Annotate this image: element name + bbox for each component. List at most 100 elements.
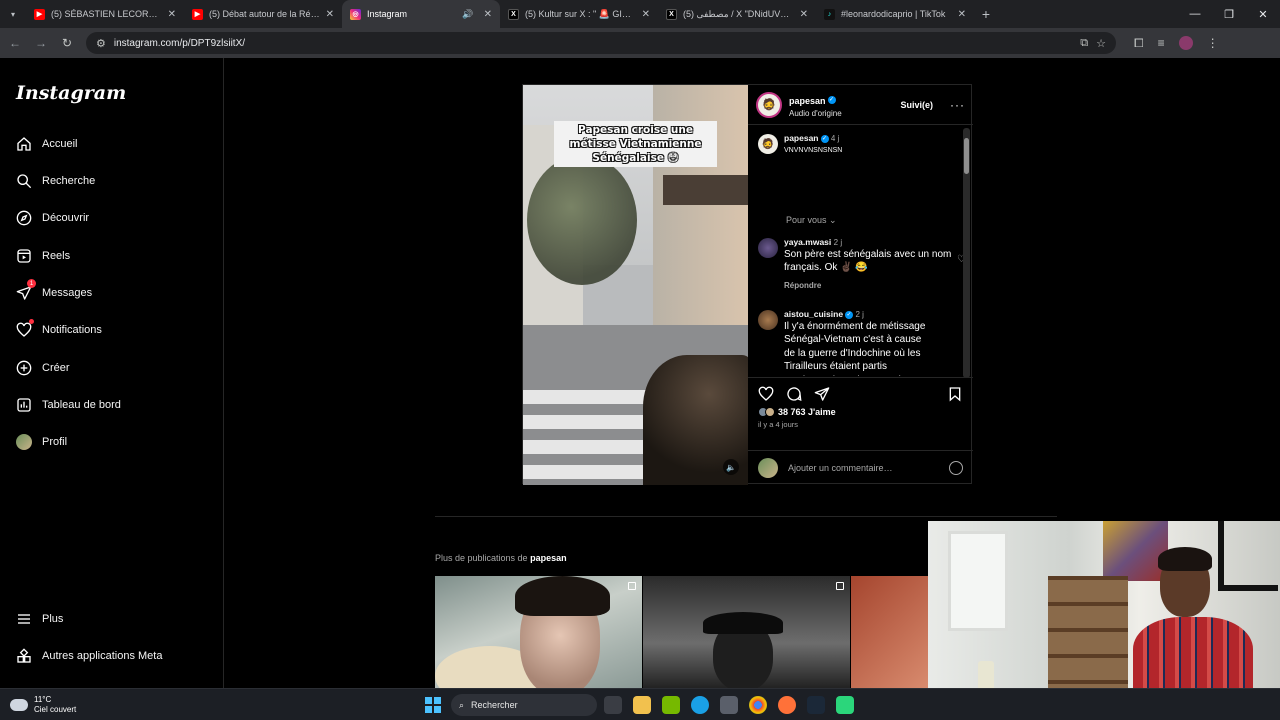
comment-bubble-icon[interactable] bbox=[786, 386, 802, 402]
forward-icon[interactable]: → bbox=[34, 36, 48, 50]
post-caption: 🧔 papesan ✓ 4 j VNVNVNSNSNSN bbox=[758, 133, 958, 154]
comment-input[interactable]: Ajouter un commentaire… bbox=[788, 463, 939, 473]
nvidia-icon[interactable] bbox=[662, 696, 680, 714]
steam-icon[interactable] bbox=[807, 696, 825, 714]
tab-title: (5) Débat autour de la Républiq bbox=[209, 9, 320, 19]
back-icon[interactable]: ← bbox=[8, 36, 22, 50]
like-heart-icon[interactable] bbox=[758, 386, 774, 402]
share-paperplane-icon[interactable] bbox=[814, 386, 830, 402]
scrollbar-thumb[interactable] bbox=[964, 138, 969, 174]
close-tab-icon[interactable]: ✕ bbox=[958, 9, 966, 20]
nav-decouvrir[interactable]: Découvrir bbox=[16, 206, 89, 230]
audio-label[interactable]: Audio d'origine bbox=[789, 109, 842, 118]
instagram-logo[interactable]: Instagram bbox=[16, 82, 126, 104]
nav-label: Accueil bbox=[42, 138, 78, 150]
author-username[interactable]: papesan bbox=[789, 96, 826, 106]
caption-text: VNVNVNSNSNSN bbox=[784, 146, 843, 154]
browser-tab[interactable]: ♪ #leonardodicaprio | TikTok ✕ bbox=[816, 0, 974, 28]
cast-icon[interactable]: ⧉ bbox=[1080, 37, 1088, 50]
omnibox[interactable]: ⚙ instagram.com/p/DPT9zlsiitX/ ⧉ ☆ bbox=[86, 32, 1116, 54]
new-tab-button[interactable]: + bbox=[974, 6, 998, 22]
comment-username[interactable]: aistou_cuisine bbox=[784, 309, 843, 319]
comment-username[interactable]: yaya.mwasi bbox=[784, 237, 831, 247]
reply-button[interactable]: Répondre bbox=[784, 281, 958, 291]
post-thumbnail[interactable] bbox=[851, 576, 931, 688]
comments-scrollbar[interactable] bbox=[963, 128, 970, 378]
site-info-icon[interactable]: ⚙ bbox=[96, 37, 106, 50]
close-tab-icon[interactable]: ✕ bbox=[800, 9, 808, 20]
save-bookmark-icon[interactable] bbox=[947, 386, 963, 402]
carousel-icon bbox=[628, 582, 636, 590]
more-posts-username[interactable]: papesan bbox=[530, 553, 567, 563]
task-view-icon[interactable] bbox=[604, 696, 622, 714]
audio-toggle-icon[interactable]: 🔈 bbox=[723, 459, 739, 475]
restore-icon[interactable]: ❐ bbox=[1212, 8, 1246, 21]
close-tab-icon[interactable]: ✕ bbox=[642, 9, 650, 20]
commenter-avatar[interactable] bbox=[758, 238, 778, 258]
weather-condition: Ciel couvert bbox=[34, 704, 77, 714]
nav-creer[interactable]: Créer bbox=[16, 356, 70, 380]
following-button[interactable]: Suivi(e) bbox=[900, 100, 933, 110]
close-tab-icon[interactable]: ✕ bbox=[326, 9, 334, 20]
browser-tab[interactable]: ▶ (5) Débat autour de la Républiq ✕ bbox=[184, 0, 342, 28]
heart-icon bbox=[16, 322, 32, 337]
app-icon[interactable] bbox=[836, 696, 854, 714]
extensions-icon[interactable]: ⧠ bbox=[1134, 36, 1144, 51]
nav-messages[interactable]: 1 Messages bbox=[16, 279, 92, 305]
caption-username[interactable]: papesan bbox=[784, 133, 819, 143]
author-avatar[interactable]: 🧔 bbox=[756, 91, 782, 118]
browser-tab[interactable]: X (5) مصطفى / X "DNidUVwUux ✕ bbox=[658, 0, 816, 28]
firefox-icon[interactable] bbox=[778, 696, 796, 714]
nav-notifications[interactable]: Notifications bbox=[16, 318, 102, 342]
search-icon: ⌕ bbox=[459, 699, 465, 710]
minimize-icon[interactable]: — bbox=[1178, 8, 1212, 21]
media-controls-icon[interactable]: ≡ bbox=[1158, 36, 1165, 51]
tab-title: (5) مصطفى / X "DNidUVwUux bbox=[683, 8, 794, 19]
video-frame bbox=[527, 155, 637, 285]
file-explorer-icon[interactable] bbox=[633, 696, 651, 714]
tab-search-dropdown-icon[interactable]: ▾ bbox=[0, 0, 26, 28]
more-options-icon[interactable]: ··· bbox=[950, 98, 965, 112]
close-window-icon[interactable]: ✕ bbox=[1246, 8, 1280, 21]
nav-tableau-de-bord[interactable]: Tableau de bord bbox=[16, 393, 121, 417]
author-avatar[interactable]: 🧔 bbox=[758, 134, 778, 154]
store-icon[interactable] bbox=[720, 696, 738, 714]
likes-row[interactable]: 38 763 J'aime bbox=[758, 407, 963, 417]
chrome-icon[interactable] bbox=[749, 696, 767, 714]
nav-accueil[interactable]: Accueil bbox=[16, 132, 77, 156]
windows-start-icon[interactable] bbox=[425, 697, 441, 713]
post-video[interactable]: Papesan croise une métisse Vietnamienne … bbox=[523, 85, 748, 485]
weather-widget[interactable]: 11°C Ciel couvert bbox=[0, 695, 200, 715]
reels-icon bbox=[17, 249, 31, 263]
bookmark-star-icon[interactable]: ☆ bbox=[1096, 37, 1106, 50]
nav-recherche[interactable]: Recherche bbox=[16, 169, 95, 193]
browser-tab[interactable]: X (5) Kultur sur X : " 🚨 GIMS anno ✕ bbox=[500, 0, 658, 28]
emoji-icon[interactable] bbox=[949, 461, 963, 475]
post-thumbnail[interactable] bbox=[435, 576, 642, 688]
commenter-avatar[interactable] bbox=[758, 310, 778, 330]
browser-tab[interactable]: ▶ (5) SÉBASTIEN LECORNU A DÉM ✕ bbox=[26, 0, 184, 28]
edge-icon[interactable] bbox=[691, 696, 709, 714]
likes-count[interactable]: 38 763 J'aime bbox=[778, 407, 836, 417]
comment-sort-dropdown[interactable]: Pour vous ⌄ bbox=[786, 215, 837, 226]
close-tab-icon[interactable]: ✕ bbox=[484, 9, 492, 20]
speaker-icon[interactable]: 🔊 bbox=[462, 9, 473, 20]
nav-autres-applications-meta[interactable]: Autres applications Meta bbox=[16, 644, 162, 668]
url-text[interactable]: instagram.com/p/DPT9zlsiitX/ bbox=[114, 38, 1072, 49]
nav-plus[interactable]: Plus bbox=[16, 607, 63, 631]
taskbar-search[interactable]: ⌕ Rechercher bbox=[451, 694, 597, 716]
webcam-scene bbox=[1218, 521, 1278, 591]
reload-icon[interactable]: ↻ bbox=[60, 36, 74, 50]
nav-profil[interactable]: Profil bbox=[16, 430, 67, 454]
thumbnail-photo bbox=[515, 576, 610, 616]
browser-tab-active[interactable]: ◎ Instagram 🔊 ✕ bbox=[342, 0, 500, 28]
post-thumbnail[interactable] bbox=[643, 576, 850, 688]
comment-text: Il y'a énormément de métissage Sénégal-V… bbox=[784, 320, 926, 376]
compass-icon bbox=[16, 210, 32, 226]
webcam-scene bbox=[1048, 576, 1128, 688]
menu-kebab-icon[interactable]: ⋮ bbox=[1207, 36, 1219, 51]
nav-reels[interactable]: Reels bbox=[16, 244, 70, 268]
webcam-scene bbox=[1158, 547, 1212, 571]
close-tab-icon[interactable]: ✕ bbox=[168, 9, 176, 20]
profile-avatar-icon[interactable] bbox=[1178, 35, 1193, 50]
